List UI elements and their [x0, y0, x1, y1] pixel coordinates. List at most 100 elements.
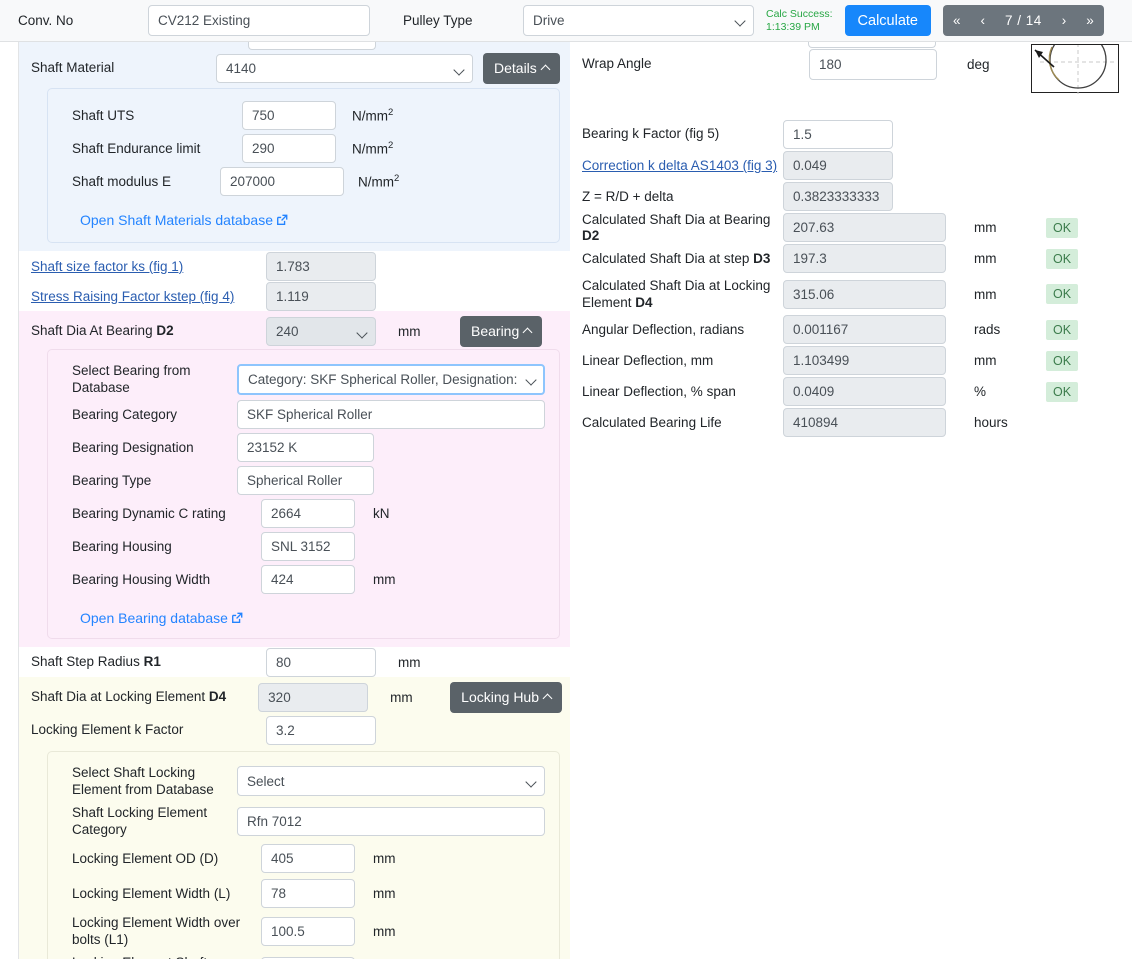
wrap-angle-input[interactable]	[809, 48, 937, 80]
bearing-c-rating-unit: kN	[373, 506, 390, 521]
linear-deflection-mm-input[interactable]	[783, 346, 946, 375]
shaft-material-select[interactable]: 4140	[216, 53, 473, 83]
locking-category-input[interactable]	[237, 806, 545, 836]
calculate-button[interactable]: Calculate	[844, 5, 931, 36]
status-badge: OK	[1046, 248, 1079, 269]
shaft-dia-locking-unit: mm	[390, 689, 413, 705]
calc-shaft-dia-locking-input[interactable]	[783, 279, 946, 309]
correction-k-delta-input[interactable]	[783, 151, 893, 180]
pager-next-button[interactable]: ›	[1052, 5, 1077, 36]
bearing-panel: Select Bearing from Database Category: S…	[47, 349, 560, 639]
result-row: Linear Deflection, % span % OK	[570, 376, 1132, 407]
shaft-size-factor-input[interactable]	[266, 251, 376, 281]
locking-k-factor-input[interactable]	[266, 715, 376, 745]
locking-shaft-pressure-label: Locking Element Shaft Pressure (Ps)	[72, 954, 261, 959]
correction-k-delta-link[interactable]: Correction k delta AS1403 (fig 3)	[582, 158, 783, 173]
pager-first-button[interactable]: «	[943, 5, 971, 36]
bearing-housing-width-unit: mm	[373, 572, 396, 587]
calc-shaft-dia-locking-label: Calculated Shaft Dia at Locking Element …	[582, 278, 771, 310]
shaft-step-radius-input[interactable]	[266, 647, 376, 677]
pulley-type-select[interactable]: Drive	[523, 5, 754, 36]
conv-no-label: Conv. No	[18, 13, 74, 28]
shaft-modulus-label: Shaft modulus E	[72, 173, 172, 189]
shaft-step-radius-unit: mm	[398, 654, 421, 670]
bearing-toggle-button[interactable]: Bearing	[460, 315, 543, 347]
bearing-housing-label: Bearing Housing	[72, 538, 172, 554]
locking-width-label: Locking Element Width (L)	[72, 885, 231, 901]
result-row: Bearing k Factor (fig 5)	[570, 118, 1132, 150]
shaft-dia-locking-input[interactable]	[258, 682, 369, 712]
select-locking-element-select[interactable]: Select	[237, 766, 545, 796]
locking-width-bolts-label: Locking Element Width over bolts (L1)	[72, 915, 241, 947]
bearing-field-row: Bearing Category	[48, 398, 559, 431]
angular-deflection-input[interactable]	[783, 315, 946, 344]
locking-field-row: Locking Element Width over bolts (L1) mm	[48, 910, 559, 950]
calc-status: Calc Success: 1:13:39 PM	[766, 8, 833, 34]
shaft-dia-bearing-select[interactable]: 240	[266, 316, 376, 346]
locking-hub-button-label: Locking Hub	[461, 689, 539, 705]
calc-shaft-dia-step-input[interactable]	[783, 244, 946, 273]
factors-group: Shaft size factor ks (fig 1) Stress Rais…	[19, 251, 570, 311]
locking-k-factor-label: Locking Element k Factor	[31, 722, 184, 737]
shaft-step-radius-row: Shaft Step Radius R1 mm	[19, 647, 570, 677]
conv-no-input[interactable]	[148, 5, 370, 36]
shaft-uts-input[interactable]	[242, 101, 336, 130]
result-row: Calculated Bearing Life hours	[570, 407, 1132, 438]
locking-od-unit: mm	[373, 851, 396, 866]
locking-field-row: Locking Element Width (L) mm	[48, 875, 559, 910]
locking-width-bolts-input[interactable]	[261, 916, 355, 946]
pager-prev-button[interactable]: ‹	[971, 5, 996, 36]
linear-deflection-mm-unit: mm	[974, 353, 997, 368]
locking-category-label: Shaft Locking Element Category	[72, 805, 208, 837]
bearing-housing-width-input[interactable]	[261, 565, 355, 594]
open-shaft-materials-database-link[interactable]: Open Shaft Materials database	[80, 212, 288, 228]
calc-shaft-dia-bearing-label: Calculated Shaft Dia at Bearing D2	[582, 211, 771, 243]
pulley-shaft-calculator-page: Conv. No Pulley Type Drive Calc Success:…	[0, 0, 1132, 959]
shaft-endurance-input[interactable]	[242, 134, 336, 163]
shaft-size-factor-link[interactable]: Shaft size factor ks (fig 1)	[31, 259, 266, 274]
result-row: Angular Deflection, radians rads OK	[570, 314, 1132, 345]
select-locking-element-row: Select Shaft Locking Element from Databa…	[48, 762, 559, 800]
locking-band: Shaft Dia at Locking Element D4 mm Locki…	[19, 677, 570, 959]
z-value-input[interactable]	[783, 182, 893, 211]
chevron-up-icon	[522, 327, 533, 337]
bearing-type-input[interactable]	[237, 466, 374, 495]
calc-shaft-dia-bearing-unit: mm	[974, 220, 997, 235]
bearing-life-input[interactable]	[783, 408, 946, 437]
stress-raising-factor-link[interactable]: Stress Raising Factor kstep (fig 4)	[31, 289, 266, 304]
shaft-modulus-input[interactable]	[220, 167, 344, 196]
select-bearing-select-wrap: Category: SKF Spherical Roller, Designat…	[237, 363, 545, 395]
select-bearing-select[interactable]: Category: SKF Spherical Roller, Designat…	[237, 363, 545, 395]
locking-od-label: Locking Element OD (D)	[72, 850, 219, 866]
calc-shaft-dia-bearing-input[interactable]	[783, 213, 946, 242]
bearing-type-label: Bearing Type	[72, 472, 152, 488]
chevron-up-icon	[542, 693, 553, 703]
bearing-category-label: Bearing Category	[72, 406, 178, 422]
wrap-angle-label: Wrap Angle	[582, 56, 652, 71]
bearing-housing-input[interactable]	[261, 532, 355, 561]
pager-last-button[interactable]: »	[1076, 5, 1104, 36]
shaft-step-radius-group: Shaft Step Radius R1 mm	[19, 647, 570, 677]
shaft-step-radius-label: Shaft Step Radius R1	[31, 654, 161, 669]
status-badge: OK	[1046, 381, 1079, 402]
bearing-c-rating-input[interactable]	[261, 499, 355, 528]
details-toggle-button[interactable]: Details	[483, 52, 560, 84]
bearing-designation-input[interactable]	[237, 433, 374, 462]
stress-raising-factor-input[interactable]	[266, 281, 376, 311]
pulley-diagram	[1031, 29, 1119, 94]
bearing-category-input[interactable]	[237, 400, 545, 429]
locking-width-unit: mm	[373, 886, 396, 901]
linear-deflection-span-input[interactable]	[783, 377, 946, 406]
open-bearing-database-link[interactable]: Open Bearing database	[80, 610, 243, 626]
linear-deflection-span-label: Linear Deflection, % span	[582, 383, 736, 399]
locking-field-row: Locking Element Shaft Pressure (Ps) N/mm…	[48, 950, 559, 959]
external-link-icon	[277, 214, 288, 225]
locking-width-input[interactable]	[261, 879, 355, 908]
shaft-endurance-unit: N/mm2	[352, 140, 394, 157]
material-detail-row: Shaft modulus E N/mm2	[48, 165, 559, 198]
locking-od-input[interactable]	[261, 844, 355, 873]
status-badge: OK	[1046, 319, 1079, 340]
open-shaft-materials-row: Open Shaft Materials database	[48, 198, 559, 228]
locking-hub-toggle-button[interactable]: Locking Hub	[450, 681, 562, 713]
bearing-k-factor-input[interactable]	[783, 119, 893, 149]
